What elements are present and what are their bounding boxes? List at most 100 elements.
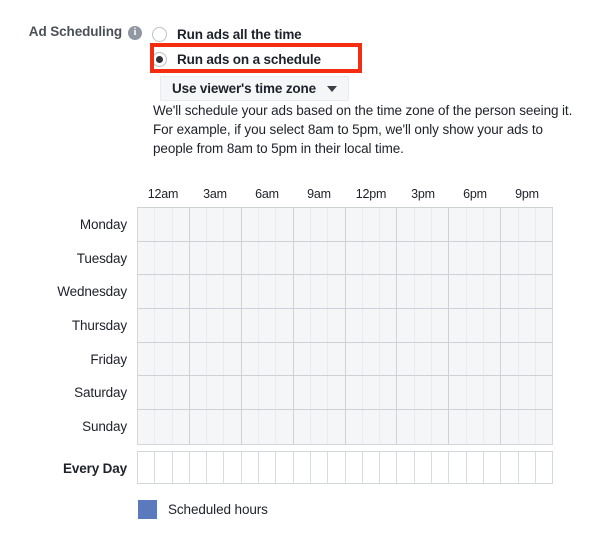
schedule-cell[interactable] [397, 309, 415, 342]
schedule-cell[interactable] [311, 342, 329, 376]
schedule-cell[interactable] [259, 342, 277, 376]
schedule-cell-every-day[interactable] [484, 451, 502, 483]
schedule-cell[interactable] [519, 342, 536, 376]
schedule-cell[interactable] [155, 208, 173, 241]
schedule-cell[interactable] [173, 275, 190, 309]
schedule-cell[interactable] [432, 376, 450, 410]
schedule-cell[interactable] [311, 309, 329, 342]
schedule-cell[interactable] [432, 208, 450, 241]
schedule-cell[interactable] [363, 342, 381, 376]
schedule-cell[interactable] [467, 208, 484, 241]
schedule-cell-every-day[interactable] [294, 451, 311, 483]
schedule-cell[interactable] [224, 342, 242, 376]
schedule-cell[interactable] [294, 376, 311, 410]
schedule-cell[interactable] [328, 208, 346, 241]
schedule-cell[interactable] [501, 376, 519, 410]
schedule-cell-every-day[interactable] [276, 451, 294, 483]
schedule-cell[interactable] [467, 241, 484, 275]
schedule-cell[interactable] [311, 241, 329, 275]
schedule-cell-every-day[interactable] [259, 451, 277, 483]
schedule-cell[interactable] [467, 376, 484, 410]
schedule-cell-every-day[interactable] [415, 451, 433, 483]
schedule-cell[interactable] [242, 410, 260, 444]
schedule-cell[interactable] [346, 309, 363, 342]
schedule-cell[interactable] [467, 275, 484, 309]
schedule-cell[interactable] [519, 309, 536, 342]
schedule-cell[interactable] [294, 410, 311, 444]
schedule-cell[interactable] [519, 241, 536, 275]
schedule-cell[interactable] [363, 241, 381, 275]
schedule-cell[interactable] [484, 275, 502, 309]
schedule-cell[interactable] [449, 275, 467, 309]
schedule-cell[interactable] [294, 275, 311, 309]
schedule-cell-every-day[interactable] [519, 451, 536, 483]
schedule-cell[interactable] [484, 241, 502, 275]
schedule-cell[interactable] [276, 208, 294, 241]
schedule-cell[interactable] [207, 410, 225, 444]
schedule-cell[interactable] [397, 410, 415, 444]
radio-option-run-on-a-schedule[interactable]: Run ads on a schedule [152, 47, 321, 71]
schedule-cell[interactable] [346, 342, 363, 376]
schedule-cell[interactable] [432, 410, 450, 444]
schedule-cell[interactable] [449, 208, 467, 241]
schedule-cell[interactable] [276, 241, 294, 275]
schedule-cell[interactable] [536, 343, 552, 376]
schedule-cell[interactable] [328, 376, 346, 410]
schedule-cell[interactable] [242, 241, 260, 275]
schedule-cell[interactable] [259, 208, 277, 241]
schedule-cell[interactable] [173, 208, 190, 241]
schedule-cell[interactable] [138, 376, 156, 410]
radio-indicator-unselected[interactable] [152, 26, 167, 42]
schedule-cell[interactable] [467, 342, 484, 376]
schedule-cell[interactable] [380, 376, 398, 410]
schedule-cell[interactable] [311, 376, 329, 410]
schedule-cell[interactable] [536, 410, 552, 444]
info-icon[interactable]: i [128, 26, 142, 40]
schedule-cell[interactable] [484, 342, 502, 376]
schedule-cell[interactable] [519, 208, 536, 241]
schedule-cell[interactable] [501, 275, 519, 309]
schedule-cell[interactable] [173, 410, 190, 444]
schedule-cell[interactable] [207, 208, 225, 241]
schedule-cell[interactable] [432, 275, 450, 309]
schedule-cell[interactable] [259, 376, 277, 410]
table-row[interactable]: Thursday [72, 309, 552, 343]
schedule-cell[interactable] [259, 241, 277, 275]
schedule-cell[interactable] [484, 410, 502, 444]
schedule-cell-every-day[interactable] [311, 451, 329, 483]
schedule-cell[interactable] [138, 342, 156, 376]
schedule-cell[interactable] [536, 376, 552, 409]
schedule-cell[interactable] [173, 376, 190, 410]
schedule-cell[interactable] [224, 309, 242, 342]
schedule-cell-every-day[interactable] [432, 451, 450, 483]
schedule-cell[interactable] [155, 410, 173, 444]
schedule-cell-every-day[interactable] [242, 451, 260, 483]
schedule-cell-every-day[interactable] [207, 451, 225, 483]
schedule-cell[interactable] [190, 342, 208, 376]
schedule-cell[interactable] [224, 208, 242, 241]
schedule-cell[interactable] [328, 410, 346, 444]
schedule-cell[interactable] [138, 241, 156, 275]
table-row[interactable]: Saturday [74, 376, 552, 411]
table-row[interactable]: Tuesday [77, 241, 552, 276]
schedule-cell[interactable] [155, 275, 173, 309]
schedule-cell[interactable] [259, 410, 277, 444]
schedule-cell[interactable] [259, 275, 277, 309]
schedule-cell-every-day[interactable] [346, 451, 363, 483]
schedule-cell[interactable] [173, 342, 190, 376]
timezone-dropdown[interactable]: Use viewer's time zone [160, 76, 349, 101]
schedule-cell[interactable] [501, 241, 519, 275]
schedule-cell[interactable] [224, 241, 242, 275]
schedule-cell[interactable] [242, 208, 260, 241]
schedule-cell-every-day[interactable] [363, 451, 381, 483]
schedule-cell[interactable] [328, 275, 346, 309]
schedule-cell[interactable] [536, 208, 552, 241]
schedule-cell[interactable] [380, 208, 398, 241]
schedule-cell[interactable] [346, 410, 363, 444]
schedule-cell[interactable] [311, 208, 329, 241]
table-row[interactable]: Friday [90, 342, 552, 377]
schedule-cell[interactable] [138, 309, 156, 342]
schedule-cell[interactable] [138, 208, 156, 241]
schedule-cell[interactable] [397, 376, 415, 410]
schedule-cell[interactable] [207, 241, 225, 275]
